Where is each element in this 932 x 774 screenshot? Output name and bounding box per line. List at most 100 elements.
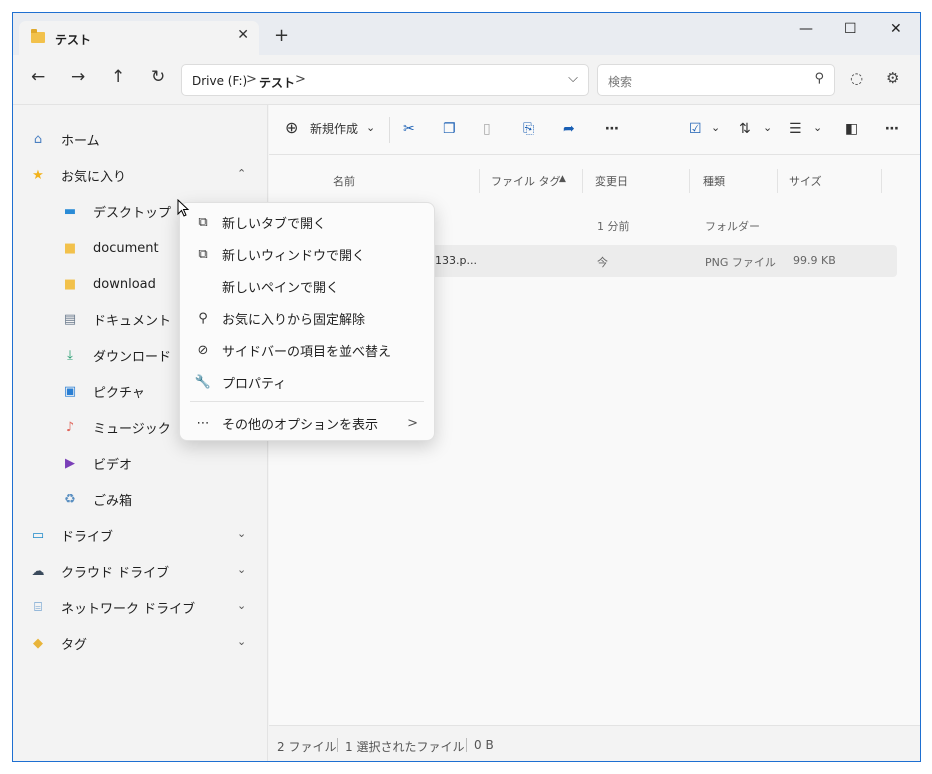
star-icon: ★ (32, 167, 44, 183)
sidebar-item[interactable]: ■ document (61, 234, 159, 262)
view-button[interactable]: ☰ (789, 121, 802, 137)
breadcrumb-separator-icon: > (246, 72, 257, 87)
column-file-tag[interactable]: ファイル タグ (491, 173, 561, 189)
column-size[interactable]: サイズ (789, 173, 822, 189)
sidebar-item[interactable]: ☁ クラウド ドライブ (29, 557, 170, 585)
file-explorer-window: テスト ✕ + — ☐ ✕ ← → ↑ ↻ Drive (F:) > テスト >… (12, 12, 921, 762)
sidebar-item-label: ホーム (61, 133, 100, 149)
settings-gear-icon[interactable]: ⚙ (886, 69, 899, 87)
chevron-down-icon[interactable]: ⌄ (366, 120, 375, 136)
column-divider (689, 169, 690, 193)
loading-spinner-icon: ◌ (850, 69, 864, 87)
context-menu-item[interactable]: ⚲ お気に入りから固定解除 (180, 304, 434, 332)
details-pane-button[interactable]: ◧ (845, 121, 858, 137)
sidebar-item[interactable]: ■ download (61, 270, 156, 298)
row-name: 133.p... (435, 254, 477, 267)
mouse-cursor-icon (177, 199, 190, 217)
close-window-button[interactable]: ✕ (890, 21, 902, 37)
cut-button[interactable]: ✂ (403, 121, 415, 137)
column-modified[interactable]: 変更日 (595, 173, 628, 189)
column-type[interactable]: 種類 (703, 173, 725, 189)
back-button[interactable]: ← (31, 69, 45, 86)
sidebar-item-label: タグ (61, 637, 88, 653)
folder-icon: ■ (63, 240, 77, 256)
recycle-bin-icon: ♻ (64, 491, 76, 507)
sidebar-item-label: ドキュメント (93, 313, 172, 329)
share-button[interactable]: ➦ (563, 121, 575, 137)
status-divider (466, 738, 467, 752)
context-menu-label: その他のオプションを表示 (222, 417, 379, 433)
sidebar-item[interactable]: ★ お気に入り (29, 161, 126, 189)
chevron-down-icon[interactable]: ⌵ (568, 71, 578, 86)
chevron-down-icon[interactable]: ⌄ (237, 527, 246, 540)
new-tab-button[interactable]: + (274, 27, 289, 45)
breadcrumb-drive[interactable]: Drive (F:) (192, 74, 247, 88)
maximize-button[interactable]: ☐ (844, 21, 857, 37)
breadcrumb-test[interactable]: テスト (259, 74, 295, 91)
context-menu-item[interactable]: ⋯ その他のオプションを表示 > (180, 409, 434, 437)
minimize-button[interactable]: — (799, 21, 813, 37)
search-icon[interactable]: ⚲ (814, 71, 824, 86)
column-divider (777, 169, 778, 193)
sidebar-item[interactable]: ⤓ ダウンロード (61, 341, 171, 369)
sort-button[interactable]: ⇅ (739, 121, 751, 137)
column-divider (881, 169, 882, 193)
sidebar-item[interactable]: ▤ ドキュメント (61, 305, 171, 333)
status-size: 0 B (474, 738, 494, 752)
more-options-button[interactable]: ⋯ (605, 121, 619, 137)
copy-button[interactable]: ❐ (443, 121, 456, 137)
select-button[interactable]: ☑ (689, 121, 702, 137)
chevron-down-icon[interactable]: ⌄ (237, 635, 246, 648)
sidebar-item[interactable]: ▭ ドライブ (29, 521, 113, 549)
reorder-icon: ⊘ (197, 342, 209, 358)
refresh-button[interactable]: ↻ (151, 69, 165, 86)
sidebar-item[interactable]: ◆ タグ (29, 629, 87, 657)
sidebar-item[interactable]: ♪ ミュージック (61, 413, 171, 441)
address-bar[interactable]: Drive (F:) > テスト > ⌵ (181, 64, 589, 96)
more-options-button[interactable]: ⋯ (885, 121, 899, 137)
sidebar-item[interactable]: ⌸ ネットワーク ドライブ (29, 593, 195, 621)
sidebar-item[interactable]: ⌂ ホーム (29, 125, 100, 153)
desktop-icon: ▬ (63, 203, 77, 219)
chevron-down-icon[interactable]: ⌄ (813, 120, 822, 136)
sidebar-item-label: ミュージック (93, 421, 171, 437)
sidebar-item-label: お気に入り (61, 169, 127, 185)
context-menu-item[interactable]: 新しいペインで開く (180, 272, 434, 300)
title-bar: テスト ✕ + — ☐ ✕ (13, 13, 920, 55)
breadcrumb-separator-icon: > (295, 72, 306, 87)
column-name[interactable]: 名前 (333, 173, 355, 189)
cloud-drive-icon: ☁ (31, 563, 45, 579)
new-icon: ⊕ (285, 118, 299, 137)
sidebar-item[interactable]: ▬ デスクトップ (61, 197, 171, 225)
chevron-up-icon[interactable]: ⌃ (237, 167, 246, 180)
more-icon: ⋯ (196, 415, 210, 431)
paste-button[interactable]: ▯ (483, 121, 491, 137)
sidebar-item-label: download (93, 276, 156, 292)
download-icon: ⤓ (67, 347, 73, 363)
context-menu-item[interactable]: ⧉ 新しいタブで開く (180, 208, 434, 236)
context-menu-item[interactable]: ⊘ サイドバーの項目を並べ替え (180, 336, 434, 364)
search-box[interactable]: 検索 ⚲ (597, 64, 835, 96)
up-button[interactable]: ↑ (111, 69, 125, 86)
chevron-down-icon[interactable]: ⌄ (711, 120, 720, 136)
open-new-window-icon: ⧉ (198, 246, 208, 262)
chevron-down-icon[interactable]: ⌄ (763, 120, 772, 136)
tab-test[interactable]: テスト ✕ (19, 21, 259, 55)
column-header: 名前 ファイル タグ ▲ 変更日 種類 サイズ (269, 169, 920, 193)
forward-button[interactable]: → (71, 69, 85, 86)
tab-close-icon[interactable]: ✕ (237, 27, 249, 43)
sidebar-item-label: ダウンロード (93, 349, 172, 365)
new-button[interactable]: 新規作成 (310, 121, 358, 137)
rename-button[interactable]: ⎘ (523, 121, 534, 137)
sidebar-item[interactable]: ▣ ピクチャ (61, 377, 145, 405)
search-placeholder: 検索 (608, 75, 633, 89)
context-menu-item[interactable]: ⧉ 新しいウィンドウで開く (180, 240, 434, 268)
sidebar-item[interactable]: ▶ ビデオ (61, 449, 132, 477)
status-file-count: 2 ファイル (277, 740, 337, 754)
context-menu: ⧉ 新しいタブで開く ⧉ 新しいウィンドウで開く 新しいペインで開く ⚲ お気に入りから固定… (179, 202, 435, 441)
chevron-down-icon[interactable]: ⌄ (237, 599, 246, 612)
sidebar-item[interactable]: ♻ ごみ箱 (61, 485, 132, 513)
chevron-down-icon[interactable]: ⌄ (237, 563, 246, 576)
context-menu-label: 新しいタブで開く (222, 216, 327, 232)
context-menu-item[interactable]: 🔧 プロパティ (180, 368, 434, 396)
